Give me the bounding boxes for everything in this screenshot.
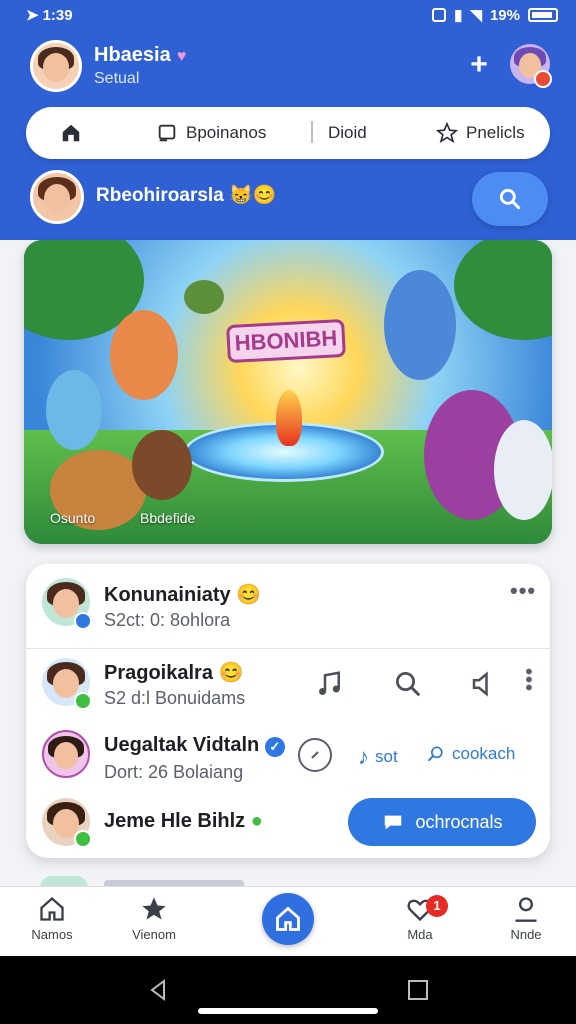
emoji-icon: 😊: [236, 584, 262, 606]
profile-avatar[interactable]: [30, 40, 82, 92]
status-bar: ➤ 1:39 ▮ ◥ 19%: [0, 0, 576, 32]
music-button[interactable]: [312, 666, 348, 702]
segment-label: Dioid: [328, 123, 367, 142]
app-header: ➤ 1:39 ▮ ◥ 19% Hbaesia ♥ Setual + Bpoinan…: [0, 0, 576, 240]
segment-label: Pnelicls: [466, 123, 525, 142]
banner-title: HBONIBH: [226, 318, 346, 364]
recents-icon[interactable]: [406, 978, 430, 1002]
sound-button[interactable]: [466, 666, 502, 702]
dog-character: [132, 430, 192, 500]
status-time: 1:39: [42, 6, 73, 24]
nav-home-button[interactable]: [262, 893, 314, 945]
segmented-control: Bpoinanos Dioid Pnelicls: [26, 107, 550, 159]
add-button[interactable]: +: [462, 48, 496, 82]
list-item-avatar[interactable]: [42, 730, 90, 778]
nav-item-nnde[interactable]: Nnde: [486, 895, 566, 942]
square-icon: [158, 124, 176, 142]
child-character: [494, 420, 552, 520]
notification-badge: [534, 70, 552, 88]
list-item-title: Pragoikalra 😊: [104, 662, 244, 684]
banner-caption-right: Bbdefide: [140, 510, 196, 526]
music-note-icon: ♪: [358, 744, 369, 769]
verified-icon: ✓: [264, 737, 285, 757]
record-button[interactable]: [298, 738, 332, 772]
speaker-icon: [472, 671, 488, 697]
list-item-title: Konunainiaty 😊: [104, 584, 262, 606]
arrow-icon: ➤: [26, 7, 39, 24]
more-options-icon[interactable]: •••: [510, 578, 536, 604]
mic-icon: [311, 751, 319, 759]
person-icon: [515, 897, 537, 922]
wifi-icon: ◥: [470, 7, 482, 24]
nfc-icon: [432, 8, 447, 22]
featured-banner[interactable]: HBONIBH Osunto Bbdefide: [24, 240, 552, 544]
nav-item-mda[interactable]: Mda: [380, 895, 460, 942]
flame-illustration: [276, 390, 302, 446]
segment-dioid[interactable]: Dioid: [328, 107, 367, 159]
music-note-icon: [319, 671, 340, 695]
segment-bpoinanos[interactable]: Bpoinanos: [156, 107, 266, 159]
online-badge: [74, 830, 92, 848]
feed-card: Konunainiaty 😊 S2ct: 0: 8ohlora ••• Prag…: [26, 564, 550, 858]
search-icon: [499, 188, 521, 210]
battery-icon: [528, 8, 558, 22]
online-badge: [74, 692, 92, 710]
list-item-subtitle: Dort: 26 Bolaiang: [104, 762, 244, 782]
home-indicator[interactable]: [198, 1008, 378, 1014]
story-name: Rbeohiroarsla 😸😊: [96, 185, 277, 206]
nav-item-namos[interactable]: Namos: [12, 895, 92, 942]
star-icon: [436, 122, 458, 144]
home-icon: [62, 124, 80, 142]
card-divider: [26, 648, 550, 649]
banner-caption-left: Osunto: [50, 510, 96, 526]
list-item-title: Uegaltak Vidtaln ✓: [104, 734, 285, 757]
list-item-subtitle: S2 d:l Bonuidams: [104, 688, 246, 708]
battery-percent: 19%: [489, 6, 520, 24]
pin-icon: ●: [250, 810, 263, 832]
list-item-title: Jeme Hle Bihlz ●: [104, 810, 263, 832]
profile-name: Hbaesia ♥: [94, 44, 187, 66]
boy-character: [384, 270, 456, 380]
signal-icon: ▮: [454, 7, 463, 24]
tree-right: [454, 240, 552, 340]
search-button[interactable]: [472, 172, 548, 226]
girl-character: [110, 310, 178, 400]
star-icon: [142, 897, 166, 920]
search-icon: [427, 746, 443, 762]
planet-illustration: [184, 280, 224, 314]
heart-icon: ♥: [176, 48, 187, 65]
segment-divider: [311, 121, 313, 143]
notification-count-badge: 1: [426, 895, 448, 917]
verified-badge: [74, 612, 92, 630]
home-icon: [276, 906, 300, 931]
search-row-button[interactable]: [390, 666, 426, 702]
segment-home[interactable]: [60, 107, 82, 159]
emoji-icon: 😊: [218, 662, 244, 684]
home-outline-icon: [40, 896, 64, 921]
emoji-icon: 😸😊: [229, 185, 277, 206]
search-icon: [396, 672, 421, 697]
back-icon[interactable]: [146, 978, 170, 1002]
profile-subtitle: Setual: [94, 70, 140, 87]
link-sot[interactable]: ♪ sot: [358, 744, 398, 770]
list-item-subtitle: S2ct: 0: 8ohlora: [104, 610, 231, 630]
segment-pnelicls[interactable]: Pnelicls: [436, 107, 525, 159]
blue-character: [46, 370, 102, 450]
more-vertical-icon[interactable]: •••: [516, 668, 539, 692]
link-cookach[interactable]: cookach: [426, 744, 515, 764]
segment-label: Bpoinanos: [186, 123, 267, 142]
nav-item-vienom[interactable]: Vienom: [114, 895, 194, 942]
primary-action-button[interactable]: ochrocnals: [348, 798, 536, 846]
story-avatar[interactable]: [30, 170, 84, 224]
chat-icon: [385, 815, 402, 830]
button-label: ochrocnals: [415, 811, 503, 832]
bottom-navigation: Namos Vienom Mda 1 Nnde: [0, 886, 576, 956]
